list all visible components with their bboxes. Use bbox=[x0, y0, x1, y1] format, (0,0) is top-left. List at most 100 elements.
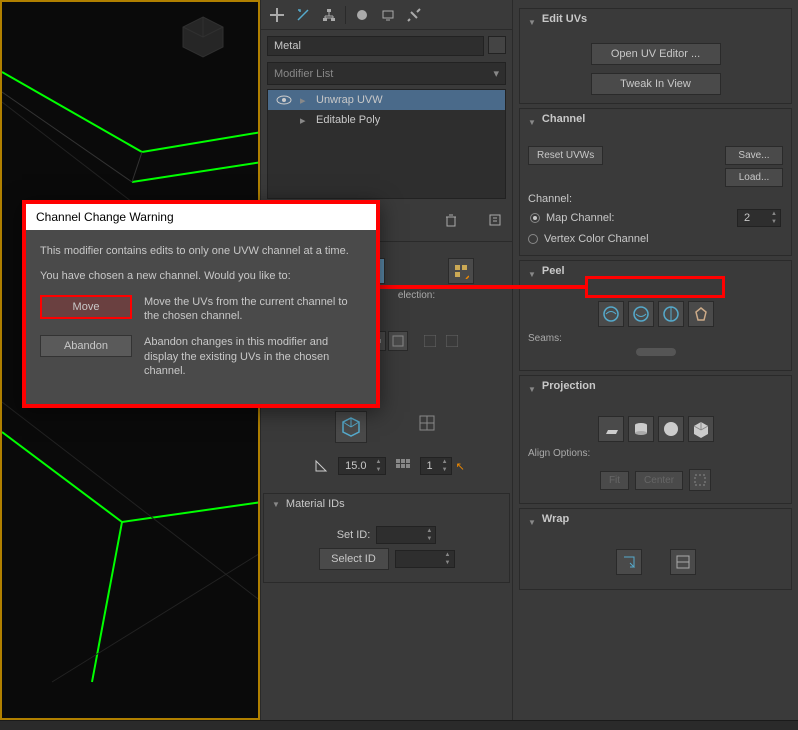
create-tab-icon[interactable] bbox=[267, 5, 287, 25]
abandon-button[interactable]: Abandon bbox=[40, 335, 132, 357]
edit-uvs-header[interactable]: Edit UVs bbox=[520, 9, 791, 35]
visibility-icon[interactable] bbox=[274, 93, 294, 107]
set-id-spinner[interactable]: ▲▼ bbox=[376, 526, 436, 544]
angle-icon[interactable] bbox=[308, 453, 334, 479]
spinner-down-icon[interactable]: ▼ bbox=[423, 535, 435, 543]
uv-grid-icon[interactable] bbox=[415, 411, 439, 435]
spinner-up-icon[interactable]: ▲ bbox=[423, 527, 435, 535]
edit-uvs-panel: Edit UVs Open UV Editor ... Tweak In Vie… bbox=[519, 8, 792, 104]
select-id-spinner[interactable]: ▲▼ bbox=[395, 550, 455, 568]
align-extra-icon[interactable] bbox=[689, 469, 711, 491]
pelt-icon[interactable] bbox=[688, 301, 714, 327]
spinner-up-icon[interactable]: ▲ bbox=[768, 210, 780, 218]
spinner-down-icon[interactable]: ▼ bbox=[442, 559, 454, 567]
modifier-list-dropdown[interactable]: Modifier List ▾ bbox=[267, 62, 506, 85]
channel-panel: Channel Reset UVWs Save... Load... Chann… bbox=[519, 108, 792, 256]
map-channel-spinner[interactable]: 2 ▲▼ bbox=[737, 209, 781, 227]
center-button[interactable]: Center bbox=[635, 471, 683, 490]
expand-arrow-icon[interactable]: ▸ bbox=[300, 114, 310, 127]
peel-header[interactable]: Peel bbox=[520, 261, 791, 287]
dialog-title: Channel Change Warning bbox=[26, 204, 376, 230]
delete-modifier-icon[interactable] bbox=[440, 209, 462, 231]
cursor-hint-icon: ↖ bbox=[456, 460, 465, 473]
object-color-swatch[interactable] bbox=[488, 36, 506, 54]
material-ids-panel: Material IDs Set ID: ▲▼ Select ID ▲▼ bbox=[263, 493, 510, 583]
configure-sets-icon[interactable] bbox=[484, 209, 506, 231]
modifier-stack[interactable]: ▸ Unwrap UVW ▸ Editable Poly bbox=[267, 89, 506, 199]
wrap-icon-2[interactable] bbox=[670, 549, 696, 575]
tweak-in-view-button[interactable]: Tweak In View bbox=[591, 73, 721, 95]
move-button[interactable]: Move bbox=[40, 295, 132, 319]
panel-title: Wrap bbox=[542, 513, 569, 525]
peel-icon-1[interactable] bbox=[598, 301, 624, 327]
peel-icon-2[interactable] bbox=[628, 301, 654, 327]
material-ids-header[interactable]: Material IDs bbox=[264, 494, 509, 514]
abandon-description: Abandon changes in this modifier and dis… bbox=[144, 335, 362, 378]
spinner-up-icon[interactable]: ▲ bbox=[442, 551, 454, 559]
vertex-color-label: Vertex Color Channel bbox=[544, 233, 649, 245]
planar-proj-icon[interactable] bbox=[598, 416, 624, 442]
red-connector-line bbox=[378, 285, 586, 289]
map-channel-radio[interactable] bbox=[530, 213, 540, 223]
stack-item-unwrap[interactable]: ▸ Unwrap UVW bbox=[268, 90, 505, 110]
hierarchy-tab-icon[interactable] bbox=[319, 5, 339, 25]
peel-icon-3[interactable] bbox=[658, 301, 684, 327]
dialog-text-1: This modifier contains edits to only one… bbox=[40, 244, 362, 259]
count-spinner[interactable]: 1 ▲▼ bbox=[420, 457, 452, 475]
status-bar bbox=[0, 720, 798, 730]
uv-cube-icon[interactable] bbox=[335, 411, 367, 443]
vertex-color-radio[interactable] bbox=[528, 234, 538, 244]
spinner-down-icon[interactable]: ▼ bbox=[439, 466, 451, 474]
channel-header[interactable]: Channel bbox=[520, 109, 791, 135]
channel-change-dialog: Channel Change Warning This modifier con… bbox=[22, 200, 380, 408]
reset-uvws-button[interactable]: Reset UVWs bbox=[528, 146, 603, 165]
panel-title: Projection bbox=[542, 380, 596, 392]
utilities-tab-icon[interactable] bbox=[404, 5, 424, 25]
align-options-label: Align Options: bbox=[528, 448, 783, 459]
loop-icon[interactable] bbox=[388, 331, 408, 351]
move-description: Move the UVs from the current channel to… bbox=[144, 295, 362, 324]
spinner-up-icon[interactable]: ▲ bbox=[373, 458, 385, 466]
channel-label: Channel: bbox=[528, 193, 783, 205]
open-uv-editor-button[interactable]: Open UV Editor ... bbox=[591, 43, 721, 65]
angle-spinner[interactable]: 15.0 ▲▼ bbox=[338, 457, 385, 475]
seams-label: Seams: bbox=[528, 333, 783, 344]
visibility-placeholder bbox=[274, 113, 294, 127]
spinner-down-icon[interactable]: ▼ bbox=[768, 218, 780, 226]
fit-button[interactable]: Fit bbox=[600, 471, 629, 490]
wrap-icon-1[interactable] bbox=[616, 549, 642, 575]
save-button[interactable]: Save... bbox=[725, 146, 783, 165]
stack-item-label: Editable Poly bbox=[316, 114, 380, 126]
count-value: 1 bbox=[421, 458, 439, 474]
spinner-down-icon[interactable]: ▼ bbox=[373, 466, 385, 474]
load-button[interactable]: Load... bbox=[725, 168, 783, 187]
selection-element-icon[interactable] bbox=[448, 258, 474, 284]
grid-tool-icon[interactable] bbox=[390, 453, 416, 479]
extra-sel-icon[interactable] bbox=[420, 331, 440, 351]
seams-scrollbar[interactable] bbox=[636, 348, 676, 356]
motion-tab-icon[interactable] bbox=[352, 5, 372, 25]
map-channel-value: 2 bbox=[738, 210, 768, 226]
peel-panel: Peel Seams: bbox=[519, 260, 792, 371]
chevron-down-icon: ▾ bbox=[493, 67, 499, 80]
box-proj-icon[interactable] bbox=[688, 416, 714, 442]
panel-title: Channel bbox=[542, 113, 585, 125]
extra-sel-icon2[interactable] bbox=[442, 331, 462, 351]
vertex-color-row[interactable]: Vertex Color Channel bbox=[528, 231, 783, 247]
object-name-field[interactable] bbox=[267, 36, 484, 56]
select-id-button[interactable]: Select ID bbox=[319, 548, 389, 570]
projection-header[interactable]: Projection bbox=[520, 376, 791, 402]
cylindrical-proj-icon[interactable] bbox=[628, 416, 654, 442]
modify-tab-icon[interactable] bbox=[293, 5, 313, 25]
wrap-header[interactable]: Wrap bbox=[520, 509, 791, 535]
projection-panel: Projection Align Options: Fit Center bbox=[519, 375, 792, 504]
map-channel-row[interactable]: Map Channel: 2 ▲▼ bbox=[528, 205, 783, 231]
set-id-label: Set ID: bbox=[337, 529, 371, 541]
stack-item-editable-poly[interactable]: ▸ Editable Poly bbox=[268, 110, 505, 130]
display-tab-icon[interactable] bbox=[378, 5, 398, 25]
dialog-text-2: You have chosen a new channel. Would you… bbox=[40, 269, 362, 284]
spinner-up-icon[interactable]: ▲ bbox=[439, 458, 451, 466]
spherical-proj-icon[interactable] bbox=[658, 416, 684, 442]
expand-arrow-icon[interactable]: ▸ bbox=[300, 94, 310, 107]
wrap-panel: Wrap bbox=[519, 508, 792, 590]
